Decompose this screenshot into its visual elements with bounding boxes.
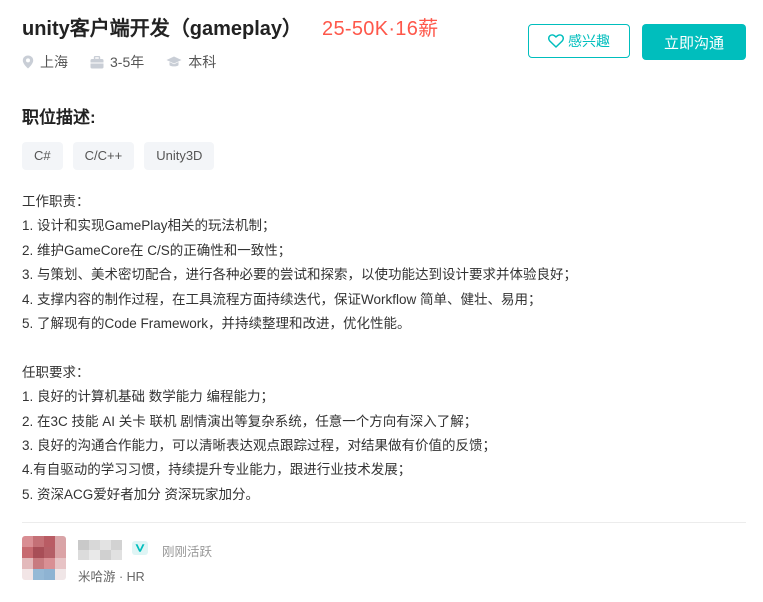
meta-location: 上海: [22, 52, 68, 72]
job-description-text: 工作职责： 1. 设计和实现GamePlay相关的玩法机制； 2. 维护Game…: [22, 190, 722, 507]
skill-tag: C#: [22, 142, 63, 170]
recruiter-activity-status: 刚刚活跃: [162, 545, 213, 559]
interest-button[interactable]: 感兴趣: [528, 24, 630, 58]
skill-tag: Unity3D: [144, 142, 215, 170]
description-line: [22, 336, 722, 360]
description-line: 3. 良好的沟通合作能力，可以清晰表达观点跟踪过程，对结果做有价值的反馈；: [22, 437, 497, 453]
description-line: 工作职责：: [22, 194, 90, 209]
avatar[interactable]: [22, 536, 66, 580]
description-line: 2. 维护GameCore在 C/S的正确性和一致性；: [22, 242, 292, 258]
description-section-title: 职位描述:: [22, 108, 96, 127]
job-meta: 上海 3-5年 本科: [22, 52, 238, 72]
heart-outline-icon: [548, 34, 564, 48]
description-line: 4.有自驱动的学习习惯，持续提升专业能力，跟进行业技术发展；: [22, 462, 412, 478]
job-title: unity客户端开发（gameplay）: [22, 17, 303, 40]
graduation-cap-icon: [166, 56, 182, 67]
description-line: 1. 良好的计算机基础 数学能力 编程能力；: [22, 389, 275, 405]
location-text: 上海: [40, 54, 68, 70]
salary: 25-50K·16薪: [322, 17, 439, 40]
recruiter-card: 刚刚活跃 米哈游 · HR: [22, 536, 422, 586]
degree-text: 本科: [188, 54, 217, 70]
recruiter-name-blurred: [78, 540, 122, 560]
description-line: 1. 设计和实现GamePlay相关的玩法机制；: [22, 218, 276, 234]
meta-degree: 本科: [166, 52, 216, 72]
description-line: 5. 资深ACG爱好者加分 资深玩家加分。: [22, 486, 260, 502]
briefcase-icon: [90, 55, 104, 68]
skill-tag: C/C++: [72, 142, 135, 170]
description-line: 2. 在3C 技能 AI 关卡 联机 剧情演出等复杂系统，任意一个方向有深入了解…: [22, 413, 478, 429]
recruiter-company-role: 米哈游 · HR: [78, 570, 145, 584]
title-row: unity客户端开发（gameplay） 25-50K·16薪: [22, 12, 746, 40]
meta-experience: 3-5年: [90, 52, 144, 72]
description-line: 4. 支撑内容的制作过程，在工具流程方面持续迭代，保证Workflow 简单、健…: [22, 291, 542, 307]
location-pin-icon: [22, 55, 34, 69]
description-line: 任职要求：: [22, 364, 90, 380]
interest-button-label: 感兴趣: [568, 33, 610, 49]
chat-button-label: 立即沟通: [663, 34, 724, 52]
experience-text: 3-5年: [110, 54, 145, 70]
verified-v-icon: [132, 541, 148, 555]
section-divider: [22, 522, 746, 523]
chat-now-button[interactable]: 立即沟通: [642, 24, 746, 60]
description-line: 3. 与策划、美术密切配合，进行各种必要的尝试和探索，以使功能达到设计要求并体验…: [22, 267, 578, 283]
job-header: unity客户端开发（gameplay） 25-50K·16薪 上海 3-5年 …: [22, 12, 746, 92]
description-line: 5. 了解现有的Code Framework，并持续整理和改进，优化性能。: [22, 315, 411, 331]
skill-tags: C# C/C++ Unity3D: [22, 142, 224, 170]
